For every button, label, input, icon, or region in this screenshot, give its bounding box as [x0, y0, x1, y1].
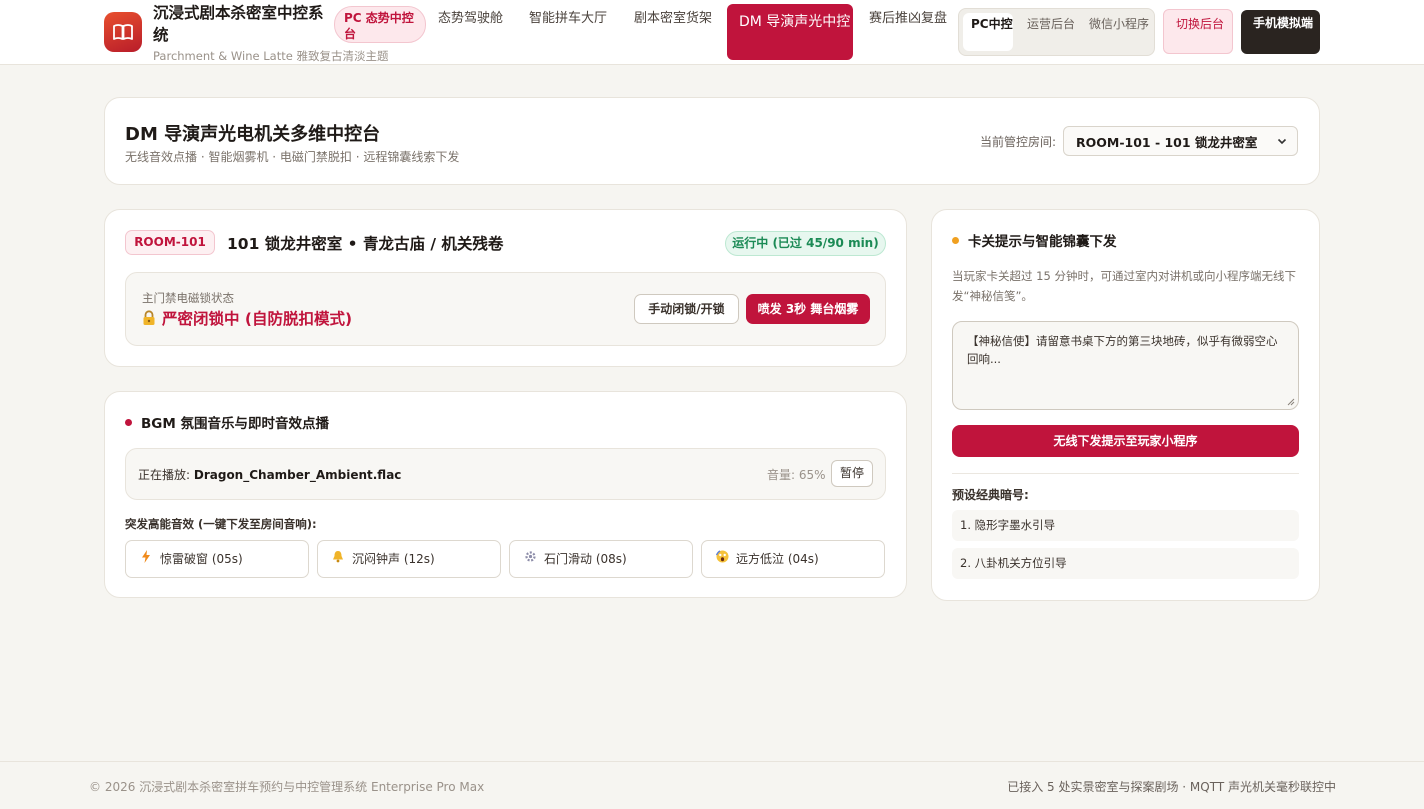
segment-pc-console[interactable]: PC中控	[963, 13, 1013, 51]
segment-wechat-miniapp[interactable]: 微信小程序	[1081, 13, 1151, 51]
room-title: 101 锁龙井密室 • 青龙古庙 / 机关残卷	[227, 235, 504, 253]
hint-section-title: 卡关提示与智能锦囊下发	[952, 230, 1117, 250]
track-name: Dragon_Chamber_Ambient.flac	[193, 468, 402, 482]
now-playing-bar: 正在播放: Dragon_Chamber_Ambient.flac 音量: 65…	[125, 448, 886, 500]
lock-status-text: 严密闭锁中 (自防脱扣模式)	[162, 310, 353, 328]
pc-console-badge: PC 态势中控台	[334, 6, 426, 43]
hint-description: 当玩家卡关超过 15 分钟时，可通过室内对讲机或向小程序端无线下发“神秘信笺”。	[952, 269, 1296, 303]
nav-item-dm-control[interactable]: DM 导演声光中控	[727, 4, 853, 60]
hint-message-text: 【神秘信使】请留意书桌下方的第三块地砖，似乎有微弱空心回响...	[967, 334, 1278, 366]
divider	[952, 473, 1299, 474]
bgm-card: BGM 氛围音乐与即时音效点播 正在播放: Dragon_Chamber_Amb…	[104, 391, 907, 598]
platform-segment: PC中控 运营后台 微信小程序	[958, 8, 1155, 56]
room-status-card: ROOM-101 101 锁龙井密室 • 青龙古庙 / 机关残卷 运行中 (已过…	[104, 209, 907, 367]
mobile-simulator-button[interactable]: 手机模拟端	[1241, 10, 1320, 54]
preset-item[interactable]: 1. 隐形字墨水引导	[952, 510, 1299, 541]
sfx-button-stone-door[interactable]: 石门滑动 (08s)	[509, 540, 693, 578]
top-navbar: 沉浸式剧本杀密室中控系统 Parchment & Wine Latte 雅致复古…	[0, 0, 1424, 65]
room-id-tag: ROOM-101	[125, 230, 215, 255]
hint-message-textarea[interactable]: 【神秘信使】请留意书桌下方的第三块地砖，似乎有微弱空心回响...	[952, 321, 1299, 410]
scream-face-icon	[714, 541, 730, 577]
door-lock-panel: 主门禁电磁锁状态 严密闭锁中 (自防脱扣模式) 手动闭锁/开锁 喷发 3秒 舞台…	[125, 272, 886, 346]
volume-readout: 音量: 65%	[767, 468, 826, 482]
bullet-dot	[125, 419, 132, 426]
send-hint-button[interactable]: 无线下发提示至玩家小程序	[952, 425, 1299, 457]
nav-item-review[interactable]: 赛后推凶复盘	[869, 9, 949, 29]
footer: © 2026 沉浸式剧本杀密室拼车预约与中控管理系统 Enterprise Pr…	[0, 761, 1424, 809]
nav-item-carpool[interactable]: 智能拼车大厅	[529, 9, 609, 29]
sfx-button-bell[interactable]: 沉闷钟声 (12s)	[317, 540, 501, 578]
page-subtitle: 无线音效点播 · 智能烟雾机 · 电磁门禁脱扣 · 远程锦囊线索下发	[125, 150, 460, 164]
lock-status-value: 严密闭锁中 (自防脱扣模式)	[142, 307, 352, 329]
now-playing-label: 正在播放: Dragon_Chamber_Ambient.flac	[138, 468, 402, 482]
brand-subtitle: Parchment & Wine Latte 雅致复古清淡主题	[153, 49, 389, 63]
gear-icon	[522, 541, 538, 577]
segment-ops-backend[interactable]: 运营后台	[1019, 13, 1075, 51]
bgm-section-title: BGM 氛围音乐与即时音效点播	[125, 412, 329, 432]
page-title: DM 导演声光电机关多维中控台	[125, 124, 381, 145]
chevron-down-icon	[1277, 138, 1287, 145]
manual-lock-toggle-button[interactable]: 手动闭锁/开锁	[634, 294, 739, 324]
resize-handle-icon[interactable]	[1287, 398, 1295, 406]
lock-status-label: 主门禁电磁锁状态	[142, 291, 234, 305]
nav-item-script-shelf[interactable]: 剧本密室货架	[634, 9, 714, 29]
book-open-icon[interactable]	[104, 12, 142, 52]
bell-icon	[330, 541, 346, 577]
sfx-button-thunder[interactable]: 惊雷破窗 (05s)	[125, 540, 309, 578]
lightning-icon	[138, 541, 154, 577]
smoke-burst-button[interactable]: 喷发 3秒 舞台烟雾	[746, 294, 870, 324]
room-select-label: 当前管控房间:	[980, 135, 1057, 149]
footer-status: 已接入 5 处实景密室与探案剧场 · MQTT 声光机关毫秒联控中	[1007, 780, 1336, 794]
lock-icon	[143, 310, 155, 325]
nav-item-dashboard[interactable]: 态势驾驶舱	[438, 9, 508, 29]
footer-copyright: © 2026 沉浸式剧本杀密室拼车预约与中控管理系统 Enterprise Pr…	[89, 780, 485, 794]
preset-item[interactable]: 2. 八卦机关方位引导	[952, 548, 1299, 579]
hint-panel-card: 卡关提示与智能锦囊下发 当玩家卡关超过 15 分钟时，可通过室内对讲机或向小程序…	[931, 209, 1320, 601]
sfx-label: 突发高能音效 (一键下发至房间音响):	[125, 517, 317, 531]
presets-title: 预设经典暗号:	[952, 488, 1029, 502]
room-select[interactable]: ROOM-101 - 101 锁龙井密室	[1063, 126, 1298, 156]
room-select-value: ROOM-101 - 101 锁龙井密室	[1076, 134, 1258, 150]
pause-button[interactable]: 暂停	[831, 460, 873, 487]
bullet-dot	[952, 237, 959, 244]
switch-backend-button[interactable]: 切换后台	[1163, 9, 1233, 54]
status-badge: 运行中 (已过 45/90 min)	[725, 231, 886, 256]
page-header-card: DM 导演声光电机关多维中控台 无线音效点播 · 智能烟雾机 · 电磁门禁脱扣 …	[104, 97, 1320, 185]
sfx-button-weeping[interactable]: 远方低泣 (04s)	[701, 540, 885, 578]
brand-title: 沉浸式剧本杀密室中控系统	[153, 4, 324, 44]
